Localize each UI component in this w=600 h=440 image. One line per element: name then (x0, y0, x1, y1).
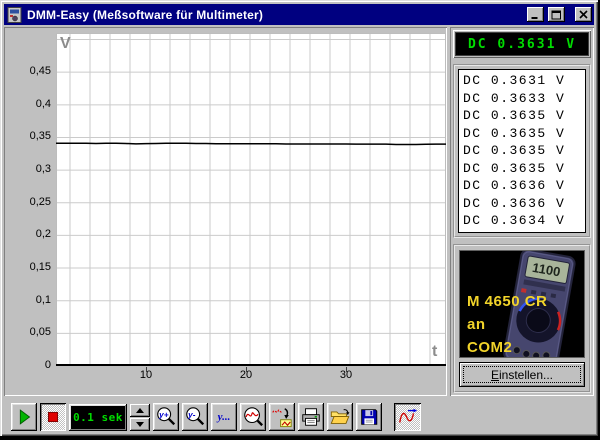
stop-measure-button[interactable] (40, 403, 66, 431)
chart-canvas (56, 33, 446, 366)
device-port-label: COM2 (467, 339, 512, 356)
open-file-button[interactable] (327, 403, 353, 431)
magnifier-zoom-out-icon: y- (184, 406, 206, 428)
close-button[interactable] (575, 7, 592, 22)
einstellen-label: instellen... (499, 368, 553, 382)
measurement-row: DC 0.3636 V (463, 195, 585, 213)
y-tick-label: 0,05 (4, 326, 51, 338)
window-title: DMM-Easy (Meßsoftware für Multimeter) (27, 8, 523, 22)
y-tick-label: 0 (4, 359, 51, 371)
curve-mode-toggle[interactable] (394, 403, 421, 431)
measurement-list-frame: DC 0.3631 VDC 0.3633 VDC 0.3635 VDC 0.36… (453, 64, 591, 238)
up-arrow-icon (136, 408, 144, 413)
down-arrow-icon (136, 422, 144, 427)
y-tick-label: 0,25 (4, 196, 51, 208)
device-model-label: M 4650 CR (467, 293, 547, 310)
measurement-listbox[interactable]: DC 0.3631 VDC 0.3633 VDC 0.3635 VDC 0.36… (458, 69, 586, 233)
toolbar: 0.1 sek y+ y- y... (3, 397, 595, 433)
einstellen-label-hotkey: E (491, 368, 499, 382)
interval-up-button[interactable] (130, 404, 150, 417)
interval-display-frame: 0.1 sek (69, 404, 127, 431)
start-measure-button[interactable] (11, 403, 37, 431)
device-panel: M 4650 CR an COM2 1100 (453, 244, 591, 393)
y-tick-label: 0,35 (4, 130, 51, 142)
measurement-row: DC 0.3635 V (463, 160, 585, 178)
play-icon (13, 406, 35, 428)
curve-to-chart-icon (271, 406, 293, 428)
chart-plot (56, 33, 446, 366)
y-options-label: y... (218, 411, 231, 423)
minimize-button[interactable] (527, 7, 544, 22)
y-tick-label: 0,4 (4, 98, 51, 110)
app-window: DMM-Easy (Meßsoftware für Multimeter) V … (0, 0, 600, 440)
svg-text:y+: y+ (158, 410, 169, 419)
digital-display-frame: DC 0.3631 V (453, 30, 591, 58)
interval-display: 0.1 sek (71, 406, 125, 429)
interval-spinner (130, 404, 150, 431)
digital-display: DC 0.3631 V (455, 32, 589, 56)
printer-icon (300, 406, 322, 428)
einstellen-button[interactable]: Einstellen... (459, 362, 585, 387)
measurement-row: DC 0.3635 V (463, 142, 585, 160)
interval-down-button[interactable] (130, 418, 150, 431)
title-bar[interactable]: DMM-Easy (Meßsoftware für Multimeter) (4, 4, 594, 25)
maximize-button[interactable] (548, 7, 565, 22)
close-icon (578, 10, 589, 20)
zoom-out-y-button[interactable]: y- (182, 403, 208, 431)
x-tick-mark (146, 367, 147, 372)
measurement-row: DC 0.3634 V (463, 212, 585, 230)
app-icon[interactable] (7, 7, 23, 23)
device-image: M 4650 CR an COM2 1100 (459, 250, 585, 358)
chart-panel: V t 0,450,40,350,30,250,20,150,10,050 10… (4, 27, 447, 396)
measurement-row: DC 0.3636 V (463, 177, 585, 195)
minimize-icon (532, 17, 538, 19)
magnifier-zoom-in-icon: y+ (155, 406, 177, 428)
y-tick-label: 0,2 (4, 228, 51, 240)
copy-curve-button[interactable] (269, 403, 295, 431)
floppy-disk-icon (358, 406, 380, 428)
zoom-in-y-button[interactable]: y+ (153, 403, 179, 431)
y-tick-label: 0,45 (4, 65, 51, 77)
y-tick-label: 0,1 (4, 294, 51, 306)
save-button[interactable] (356, 403, 382, 431)
measurement-row: DC 0.3635 V (463, 125, 585, 143)
x-axis-unit-label: t (432, 343, 437, 361)
x-tick-mark (246, 367, 247, 372)
y-tick-label: 0,15 (4, 261, 51, 273)
sine-wave-arrow-icon (397, 406, 419, 428)
measurement-row: DC 0.3633 V (463, 90, 585, 108)
y-tick-label: 0,3 (4, 163, 51, 175)
y-scale-options-button[interactable]: y... (211, 403, 237, 431)
x-tick-mark (346, 367, 347, 372)
device-conjunction-label: an (467, 316, 486, 333)
svg-text:y-: y- (187, 410, 196, 419)
readout-panel: DC 0.3631 V DC 0.3631 VDC 0.3633 VDC 0.3… (450, 27, 594, 396)
print-button[interactable] (298, 403, 324, 431)
open-folder-icon (329, 406, 351, 428)
y-axis-unit-label: V (60, 35, 71, 53)
stop-icon (42, 406, 64, 428)
zoom-curve-button[interactable] (240, 403, 266, 431)
measurement-row: DC 0.3635 V (463, 107, 585, 125)
magnifier-curve-icon (242, 406, 264, 428)
measurement-row: DC 0.3631 V (463, 72, 585, 90)
